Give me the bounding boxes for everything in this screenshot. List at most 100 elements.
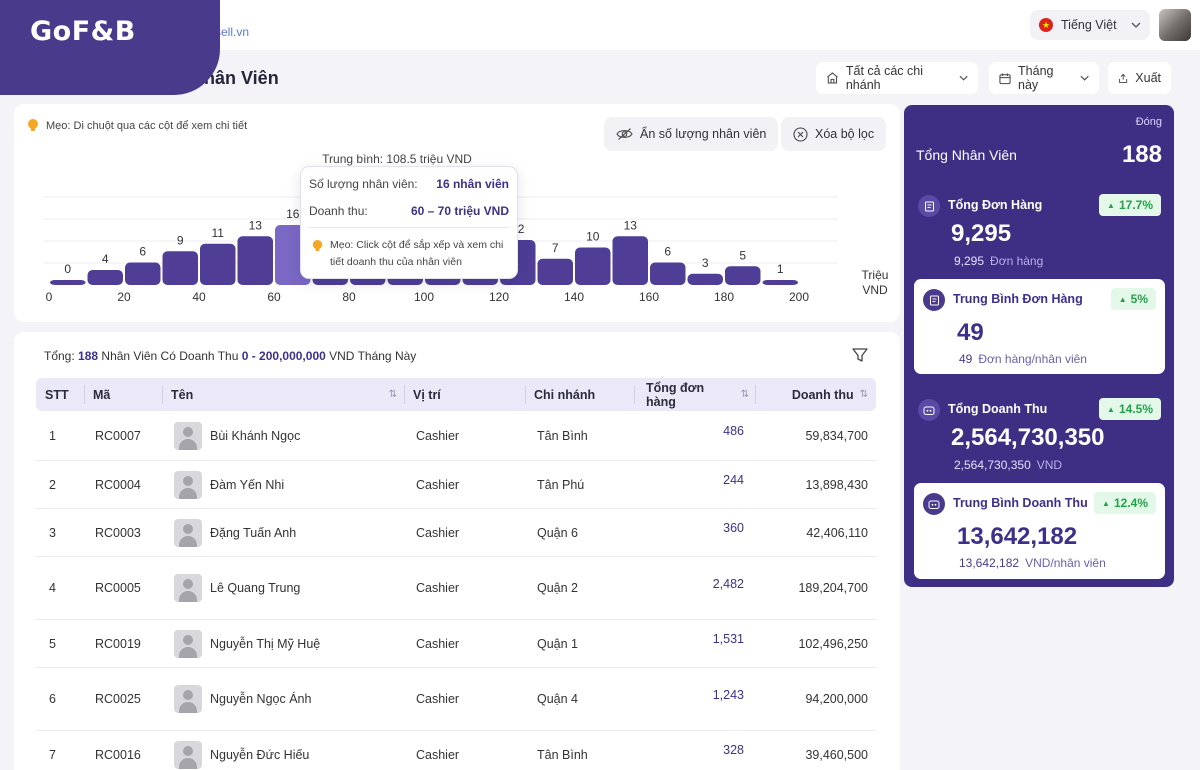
- cell-code: RC0005: [95, 581, 141, 595]
- histogram-bar[interactable]: [687, 273, 724, 285]
- histogram-bar[interactable]: [537, 258, 574, 285]
- sort-icon: ⇅: [388, 389, 397, 400]
- tooltip-tip-text: Mẹo: Click cột để sắp xếp và xem chi tiế…: [330, 239, 504, 268]
- histogram-bar[interactable]: [725, 266, 761, 285]
- bar-value-label: 10: [586, 230, 600, 244]
- x-tick-label: 180: [714, 290, 734, 304]
- col-name[interactable]: Tên ⇅: [171, 378, 397, 411]
- avatar: [174, 470, 202, 499]
- close-panel-button[interactable]: Đóng: [1136, 116, 1162, 128]
- col-code[interactable]: Mã: [93, 378, 110, 411]
- period-select-label: Tháng này: [1018, 64, 1054, 92]
- stat-total-orders[interactable]: Tổng Đơn Hàng ▲ 17.7% 9,295 9,295 Đơn hàng: [914, 185, 1165, 275]
- cell-name[interactable]: Lê Quang Trung: [174, 557, 300, 619]
- bar-value-label: 4: [102, 252, 109, 266]
- col-branch[interactable]: Chi nhánh: [534, 378, 595, 411]
- table-row[interactable]: 1 RC0007 Bùi Khánh Ngọc Cashier Tân Bình 486 5…: [36, 411, 876, 461]
- histogram-bar[interactable]: [575, 247, 611, 286]
- summary-prefix: Tổng:: [44, 349, 79, 363]
- bar-value-label: 11: [212, 226, 225, 240]
- histogram-bar[interactable]: [200, 243, 236, 285]
- summary-range: 0 - 200,000,000: [241, 349, 326, 363]
- stat-title: Tổng Đơn Hàng: [948, 198, 1043, 212]
- cell-name[interactable]: Bùi Khánh Ngọc: [174, 411, 300, 460]
- stat-sub: 2,564,730,350 VND: [954, 458, 1062, 472]
- table-row[interactable]: 5 RC0019 Nguyễn Thị Mỹ Huệ Cashier Quận 1 1,5…: [36, 620, 876, 668]
- cell-name[interactable]: Đàm Yến Nhi: [174, 461, 284, 508]
- vietnam-flag-icon: ★: [1039, 18, 1053, 32]
- table-row[interactable]: 2 RC0004 Đàm Yến Nhi Cashier Tân Phú 244 13,89…: [36, 461, 876, 509]
- col-stt[interactable]: STT: [45, 378, 69, 411]
- table-row[interactable]: 6 RC0025 Nguyễn Ngọc Ánh Cashier Quận 4 1,243…: [36, 668, 876, 731]
- stat-total-revenue[interactable]: Tổng Doanh Thu ▲ 14.5% 2,564,730,350 2,56…: [914, 389, 1165, 479]
- domain-link[interactable]: sell.vn: [215, 25, 249, 39]
- avatar: [174, 518, 202, 547]
- cell-orders: 360: [723, 521, 744, 535]
- col-position[interactable]: Vị trí: [413, 378, 441, 411]
- table-summary: Tổng: 188 Nhân Viên Có Doanh Thu 0 - 200…: [44, 349, 416, 363]
- avatar: [174, 740, 202, 769]
- stat-sub-value: 2,564,730,350: [954, 458, 1031, 472]
- histogram-bar[interactable]: [50, 280, 86, 285]
- growth-badge: ▲ 14.5%: [1099, 398, 1161, 420]
- language-selector[interactable]: ★ Tiếng Việt: [1030, 10, 1150, 40]
- cell-name[interactable]: Nguyễn Ngọc Ánh: [174, 668, 311, 730]
- stat-value: 49: [957, 319, 984, 346]
- stat-avg-revenue[interactable]: Trung Bình Doanh Thu ▲ 12.4% 13,642,182 1…: [914, 483, 1165, 579]
- table-header: STT Mã Tên ⇅ Vị trí Chi nhánh Tổng đơn hà…: [36, 378, 876, 411]
- x-tick-label: 140: [564, 290, 584, 304]
- x-tick-label: 160: [639, 290, 659, 304]
- sort-icon: ⇅: [859, 389, 868, 400]
- avatar: [174, 421, 202, 450]
- cell-name[interactable]: Nguyễn Thị Mỹ Huệ: [174, 620, 320, 667]
- sort-icon: ⇅: [740, 389, 749, 400]
- bar-value-label: 13: [249, 218, 263, 232]
- stat-sub-unit: Đơn hàng: [990, 254, 1044, 268]
- col-revenue[interactable]: Doanh thu ⇅: [764, 378, 868, 411]
- branch-select-label: Tất cả các chi nhánh: [845, 64, 923, 92]
- col-orders[interactable]: Tổng đơn hàng ⇅: [646, 378, 749, 411]
- stat-value: 9,295: [951, 220, 1012, 247]
- average-label: Trung bình: 108.5 triệu VND: [322, 152, 472, 166]
- histogram-bar[interactable]: [612, 236, 649, 285]
- cell-code: RC0004: [95, 477, 141, 492]
- stat-avg-orders[interactable]: Trung Bình Đơn Hàng ▲ 5% 49 49 Đơn hàng/nh…: [914, 279, 1165, 374]
- histogram-bar[interactable]: [762, 280, 799, 285]
- bar-value-label: 9: [177, 233, 184, 247]
- avatar: [174, 629, 202, 658]
- histogram-bar[interactable]: [162, 251, 199, 285]
- period-select[interactable]: Tháng này: [989, 62, 1099, 94]
- chart-tooltip: Số lượng nhân viên: 16 nhân viên Doanh t…: [300, 166, 518, 279]
- x-tick-label: 40: [192, 290, 206, 304]
- stat-sub-unit: VND/nhân viên: [1025, 556, 1106, 570]
- cell-code: RC0016: [95, 747, 141, 762]
- total-staff-label: Tổng Nhân Viên: [916, 147, 1017, 163]
- export-button[interactable]: Xuất: [1108, 62, 1171, 94]
- bar-value-label: 5: [739, 248, 746, 262]
- stat-sub-value: 49: [959, 352, 973, 366]
- branch-select[interactable]: Tất cả các chi nhánh: [816, 62, 978, 94]
- histogram-bar[interactable]: [87, 270, 124, 285]
- stat-sub: 9,295 Đơn hàng: [954, 254, 1043, 268]
- stat-sub-unit: VND: [1036, 458, 1063, 472]
- cell-name[interactable]: Đặng Tuấn Anh: [174, 509, 296, 556]
- user-avatar[interactable]: [1159, 9, 1191, 41]
- cell-stt: 5: [49, 636, 56, 651]
- cell-position: Cashier: [416, 692, 460, 706]
- filter-icon[interactable]: [851, 346, 869, 364]
- table-row[interactable]: 7 RC0016 Nguyễn Đức Hiếu Cashier Tân Bình 328…: [36, 731, 876, 770]
- table-row[interactable]: 3 RC0003 Đặng Tuấn Anh Cashier Quận 6 360 42,4…: [36, 509, 876, 557]
- histogram-bar[interactable]: [650, 262, 686, 286]
- total-staff-value: 188: [1121, 141, 1162, 168]
- histogram-bar[interactable]: [237, 236, 274, 285]
- cell-branch: Quận 4: [537, 692, 579, 706]
- col-revenue-label: Doanh thu: [791, 387, 854, 402]
- histogram-bar[interactable]: [125, 262, 161, 286]
- cell-code: RC0003: [95, 525, 141, 540]
- cell-branch: Tân Bình: [537, 428, 588, 443]
- language-label: Tiếng Việt: [1061, 18, 1117, 32]
- logo[interactable]: GoF&B: [0, 0, 220, 95]
- table-row[interactable]: 4 RC0005 Lê Quang Trung Cashier Quận 2 2,482 1…: [36, 557, 876, 620]
- cell-name[interactable]: Nguyễn Đức Hiếu: [174, 731, 309, 770]
- arrow-up-icon: ▲: [1107, 404, 1115, 414]
